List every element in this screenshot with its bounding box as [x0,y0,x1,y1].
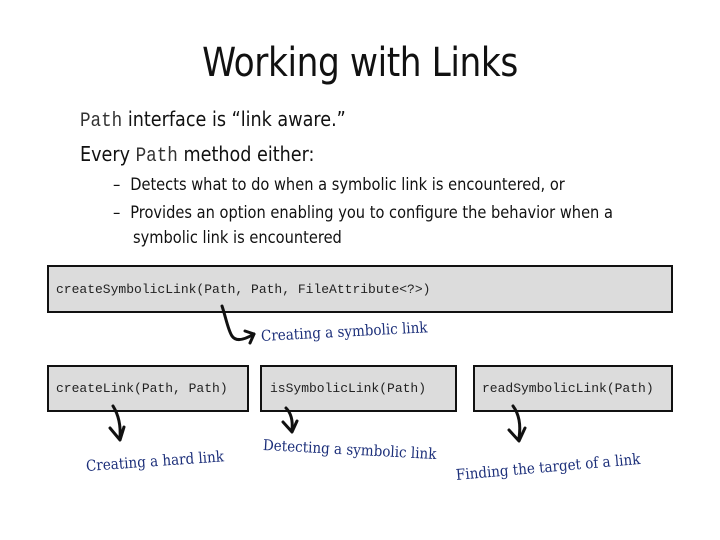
method-box-create-symbolic-link: createSymbolicLink(Path, Path, FileAttri… [47,265,673,313]
bullet-every-path-method: Every Path method either: [80,142,314,168]
arrow-head-icon [243,329,256,345]
method-signature: isSymbolicLink(Path) [270,381,427,396]
arrow-head-icon [108,425,126,442]
bullet-text: method either: [177,142,315,166]
bullet-text: interface is “link aware.” [122,107,346,131]
dash-marker: – [113,175,121,195]
slide-title: Working with Links [202,40,518,86]
annotation-detecting-symbolic-link: Detecting a symbolic link [262,436,437,464]
method-box-is-symbolic-link: isSymbolicLink(Path) [260,365,457,412]
sub-bullet-provides-option: – Provides an option enabling you to conf… [113,203,613,223]
sub-bullet-text: Detects what to do when a symbolic link … [130,175,565,195]
annotation-finding-target: Finding the target of a link [455,449,641,484]
arrow-head-icon [507,426,527,443]
annotation-creating-symbolic-link: Creating a symbolic link [260,318,428,345]
dash-marker: – [113,203,121,223]
sub-bullet-text: Provides an option enabling you to confi… [130,203,613,223]
annotation-creating-hard-link: Creating a hard link [85,447,225,475]
code-path: Path [135,145,178,168]
method-signature: readSymbolicLink(Path) [482,381,654,396]
sub-bullet-continuation: symbolic link is encountered [133,228,342,248]
method-signature: createSymbolicLink(Path, Path, FileAttri… [56,281,431,297]
method-box-read-symbolic-link: readSymbolicLink(Path) [473,365,673,412]
bullet-path-link-aware: Path interface is “link aware.” [80,107,346,133]
method-signature: createLink(Path, Path) [56,381,228,396]
sub-bullet-detects: – Detects what to do when a symbolic link… [113,175,565,195]
arrow-head-icon [281,419,299,434]
code-path: Path [80,110,123,133]
bullet-prefix: Every [80,142,136,166]
method-box-create-link: createLink(Path, Path) [47,365,249,412]
